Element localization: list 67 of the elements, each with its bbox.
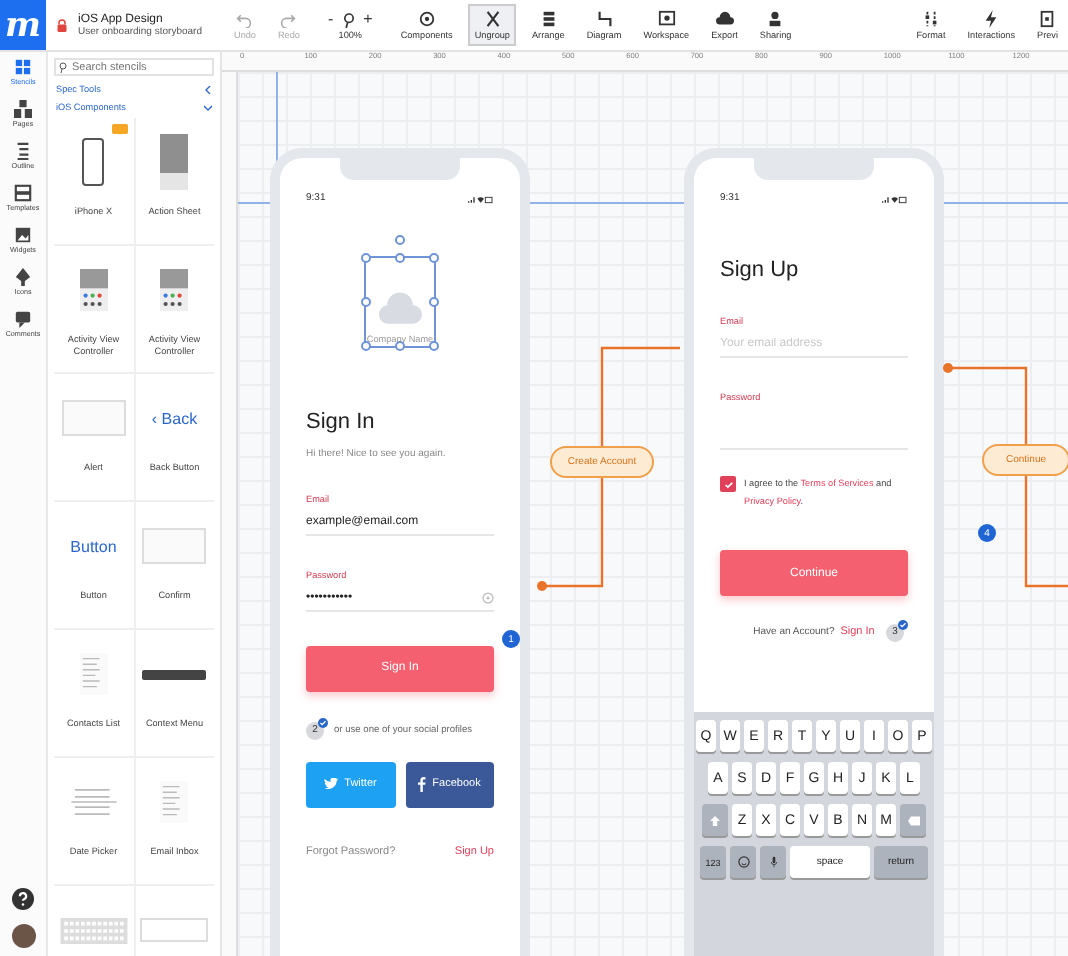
confirm-thumbnail [142,528,207,564]
comments-icon [14,310,32,328]
export-icon [715,10,734,28]
resize-handle[interactable] [361,253,371,263]
widgets-icon [13,226,32,244]
icons-icon [14,268,32,286]
resize-handle[interactable] [361,341,371,351]
screen-title: Sign In [306,410,377,434]
search-icon [341,11,356,29]
shift-key[interactable] [702,804,728,836]
phone-notch [340,158,460,180]
outline-icon [13,142,32,160]
arrange-icon [539,10,558,28]
microphone-key[interactable] [760,846,786,878]
sharing-icon [766,10,785,28]
format-icon [922,10,940,28]
status-icons [466,196,494,204]
zoom-out-button[interactable]: - [327,12,334,28]
undo-arrow-icon [236,11,253,27]
smiley-icon [737,856,749,868]
interactions-icon [982,10,1001,28]
app-logo[interactable]: m [0,0,46,50]
activity-view-thumbnail [79,268,108,312]
date-picker-thumbnail [67,784,120,820]
cloud-icon [378,292,422,326]
pages-icon [13,100,32,118]
status-icons [880,196,908,204]
zoom-in-button[interactable]: + [363,12,373,28]
phone-notch [754,158,874,180]
alert-thumbnail [61,400,126,436]
stencils-icon [14,58,32,76]
resize-handle[interactable] [395,341,405,351]
workspace-icon [657,10,676,28]
up-arrow-icon [710,815,720,825]
templates-icon [13,184,32,202]
preview-icon [1038,10,1057,28]
diagram-icon [595,10,613,28]
emoji-key[interactable] [730,846,756,878]
rotate-handle[interactable] [395,235,405,245]
checkbox[interactable] [720,476,736,492]
resize-handle[interactable] [361,297,371,307]
context-menu-thumbnail [142,669,207,679]
redo-arrow-icon [280,11,297,27]
resize-handle[interactable] [429,297,439,307]
action-sheet-thumbnail [160,134,189,190]
screen-title: Sign Up [720,258,801,282]
back-link-preview: ‹ Back [151,409,198,427]
lock-icon [56,17,68,33]
resize-handle[interactable] [429,253,439,263]
user-avatar[interactable] [11,924,35,948]
microphone-icon [769,856,777,868]
button-preview: Button [70,537,117,555]
notification-thumbnail [140,918,209,942]
resize-handle[interactable] [395,253,405,263]
eye-icon[interactable] [482,592,494,604]
phone-thumbnail [82,138,105,186]
resize-handle[interactable] [429,341,439,351]
search-icon [58,61,68,73]
components-icon [417,10,436,28]
bird-icon [324,778,339,790]
activity-view-thumbnail [160,268,189,312]
help-icon[interactable] [12,888,34,910]
keyboard-thumbnail [59,917,128,943]
backspace-key[interactable] [900,804,926,836]
ungroup-icon [483,10,502,28]
letter-f-icon [418,776,427,792]
backspace-icon [907,815,919,825]
